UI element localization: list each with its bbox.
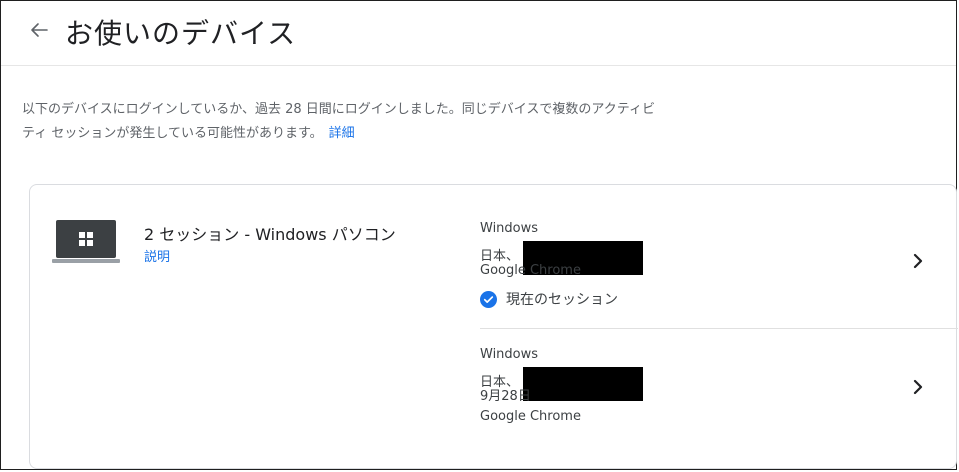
session-browser: Google Chrome xyxy=(480,263,581,278)
chevron-right-icon[interactable] xyxy=(912,253,924,269)
redaction-block xyxy=(523,367,644,401)
device-card: 2 セッション - Windows パソコン 説明 Windows 日本、 Go… xyxy=(29,184,958,469)
check-circle-icon xyxy=(480,290,497,308)
back-arrow-icon[interactable] xyxy=(27,18,51,42)
current-session-label: 現在のセッション xyxy=(506,292,618,308)
device-title: 2 セッション - Windows パソコン xyxy=(144,225,396,244)
laptop-windows-icon xyxy=(52,220,120,263)
account-devices-page: お使いのデバイス 以下のデバイスにログインしているか、過去 28 日間にログイン… xyxy=(0,0,958,470)
description: 以下のデバイスにログインしているか、過去 28 日間にログインしました。同じデバ… xyxy=(22,98,662,146)
session-browser: Google Chrome xyxy=(480,409,581,424)
session-os: Windows xyxy=(480,221,539,236)
session-divider xyxy=(480,328,958,329)
learn-more-link[interactable]: 詳細 xyxy=(329,126,355,141)
session-os: Windows xyxy=(480,347,539,362)
session-row-current[interactable]: Windows 日本、 Google Chrome 現在のセッション xyxy=(480,219,958,328)
page-title: お使いのデバイス xyxy=(65,17,297,50)
session-row[interactable]: Windows 日本、 9月28日 Google Chrome xyxy=(480,345,958,445)
chevron-right-icon[interactable] xyxy=(912,379,924,395)
device-help-link[interactable]: 説明 xyxy=(144,246,170,265)
page-header: お使いのデバイス xyxy=(1,1,956,66)
current-session-badge: 現在のセッション xyxy=(480,289,958,309)
